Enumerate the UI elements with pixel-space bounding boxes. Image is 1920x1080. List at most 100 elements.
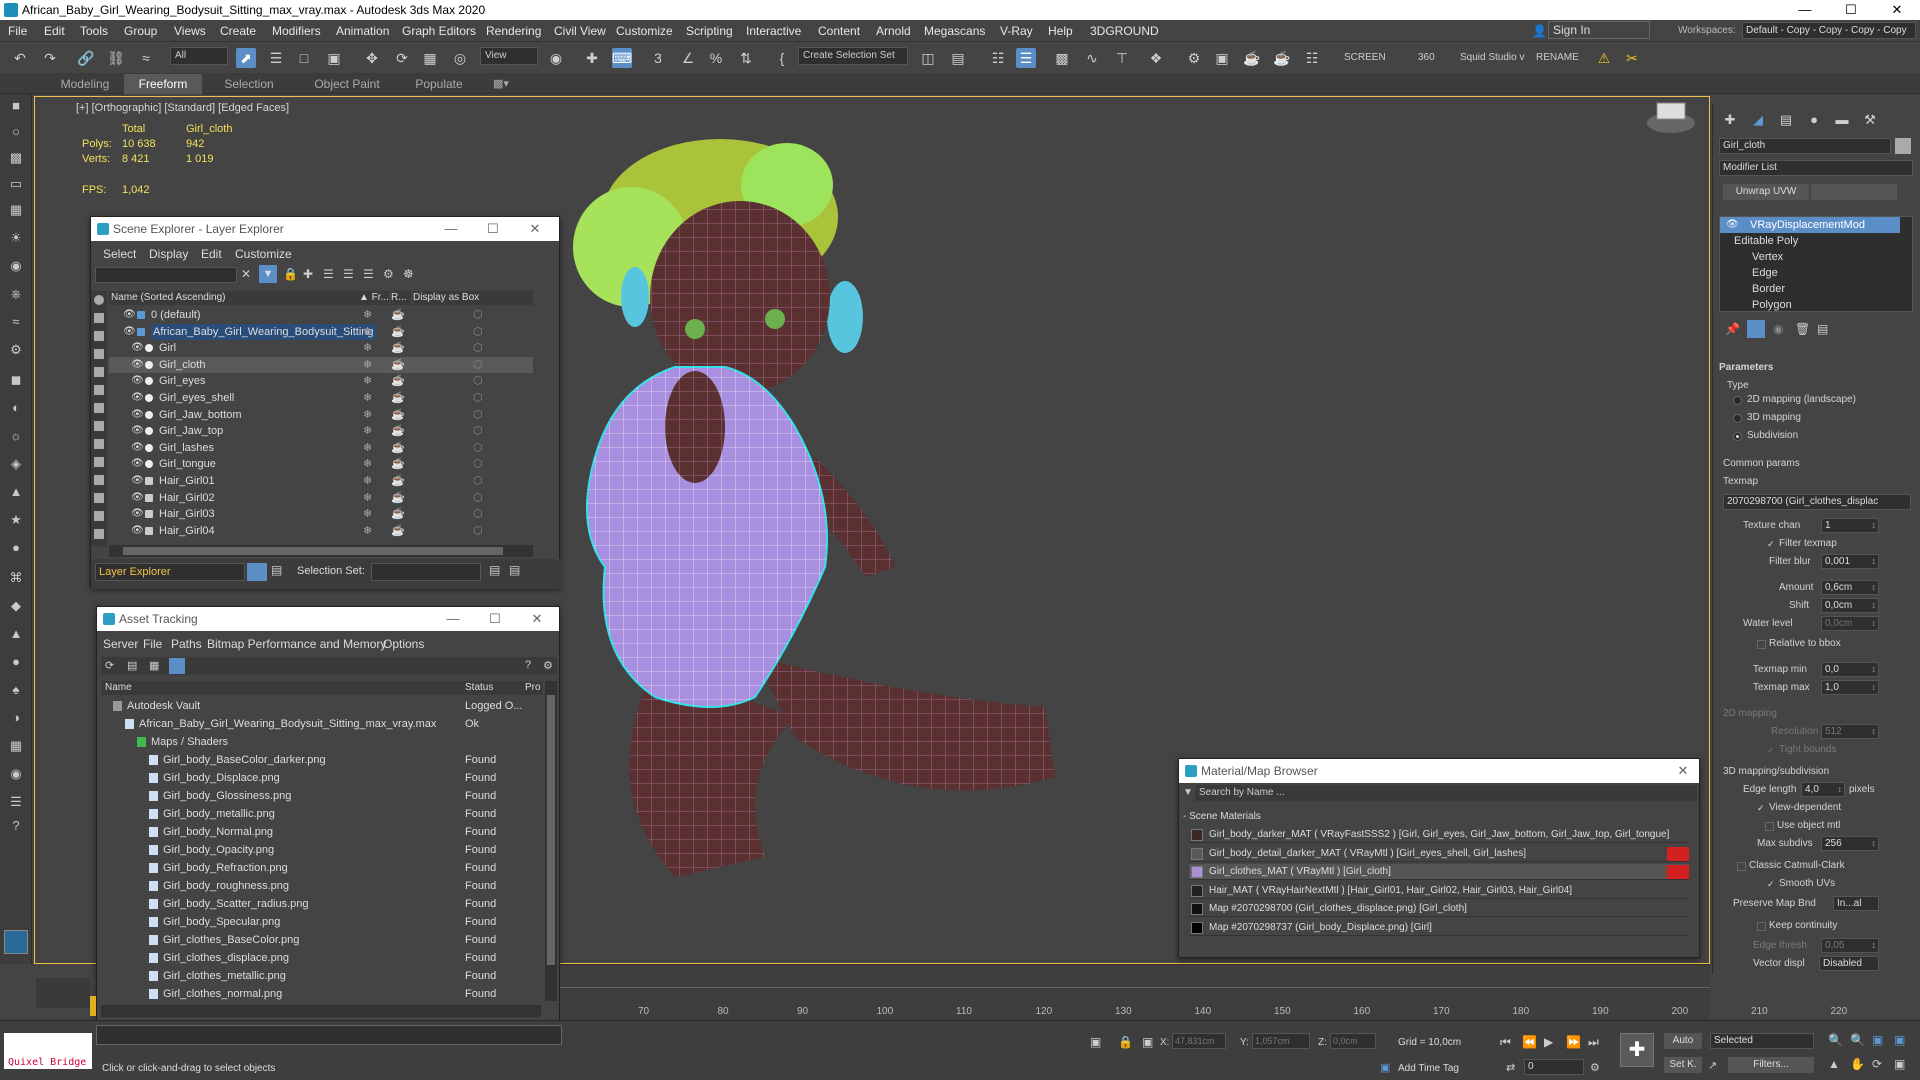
- select-manipulate-icon[interactable]: ✚: [582, 48, 602, 68]
- visibility-eye-icon[interactable]: 👁: [131, 373, 144, 389]
- se-stack-icon[interactable]: ☰: [343, 267, 354, 281]
- preserve-map-dropdown[interactable]: In...al: [1833, 896, 1879, 911]
- next-frame-icon[interactable]: ⏩: [1566, 1035, 1581, 1049]
- asset-row[interactable]: Girl_body_Normal.png Found: [101, 823, 543, 841]
- x-coord-field[interactable]: 47,831cm: [1172, 1033, 1226, 1049]
- visibility-eye-icon[interactable]: 👁: [131, 390, 144, 406]
- toggle-scene-explorer-icon[interactable]: ☷: [988, 48, 1008, 68]
- asset-row[interactable]: Girl_body_Refraction.png Found: [101, 859, 543, 877]
- type-3d-radio[interactable]: [1733, 414, 1742, 423]
- menu-3dground[interactable]: 3DGROUND: [1090, 24, 1159, 38]
- se-row[interactable]: 👁 0 (default) ❄ ☕ ⬡: [109, 307, 533, 323]
- menu-tools[interactable]: Tools: [80, 24, 108, 38]
- curve-editor-icon[interactable]: ∿: [1082, 48, 1102, 68]
- y-coord-field[interactable]: 1,057cm: [1252, 1033, 1310, 1049]
- select-object-icon[interactable]: ⬈: [236, 48, 256, 68]
- isolate-icon[interactable]: ▣: [1090, 1035, 1101, 1049]
- se-clear-search-icon[interactable]: ✕: [241, 267, 251, 281]
- zoom-extents-all-icon[interactable]: ▣: [1894, 1033, 1905, 1047]
- create-tab-icon[interactable]: ✚: [1719, 110, 1741, 130]
- object-name-input[interactable]: Girl_cloth: [1719, 138, 1891, 154]
- scale-icon[interactable]: ▦: [420, 48, 440, 68]
- percent-snap-icon[interactable]: %: [706, 48, 726, 68]
- add-time-tag-button[interactable]: Add Time Tag: [1398, 1063, 1459, 1074]
- se-search-input[interactable]: [95, 267, 237, 283]
- se-row[interactable]: 👁 Girl_tongue ❄ ☕ ⬡: [109, 456, 533, 472]
- link-icon[interactable]: 🔗: [76, 48, 96, 68]
- se-row[interactable]: 👁 African_Baby_Girl_Wearing_Bodysuit_Sitt…: [109, 323, 533, 340]
- renderable-icon[interactable]: ☕: [391, 307, 405, 323]
- zoom-extents-icon[interactable]: ▣: [1872, 1033, 1883, 1047]
- toggle-layer-explorer-icon[interactable]: ☰: [1016, 48, 1036, 68]
- mini-listener[interactable]: [36, 978, 90, 1008]
- vray-clipper-icon[interactable]: ●: [6, 652, 26, 672]
- se-eye-icon[interactable]: [94, 529, 104, 539]
- se-new-layer-icon[interactable]: ✚: [303, 267, 313, 281]
- se-row[interactable]: 👁 Girl_lashes ❄ ☕ ⬡: [109, 440, 533, 456]
- at-menu-bitmap[interactable]: Bitmap Performance and Memory: [207, 637, 386, 651]
- render-in-cloud-icon[interactable]: ☷: [1302, 48, 1322, 68]
- use-object-mtl-checkbox[interactable]: [1765, 822, 1774, 831]
- configure-sets-icon[interactable]: ▤: [1817, 322, 1828, 336]
- visibility-eye-icon[interactable]: 👁: [131, 440, 144, 456]
- se-footer-btn2-icon[interactable]: ▤: [509, 563, 520, 577]
- asset-tracking-close[interactable]: ✕: [519, 607, 555, 631]
- menu-create[interactable]: Create: [220, 24, 256, 38]
- renderable-icon[interactable]: ☕: [391, 373, 405, 389]
- se-row[interactable]: 👁 Hair_Girl04 ❄ ☕ ⬡: [109, 523, 533, 539]
- se-footer-btn1-icon[interactable]: ▤: [489, 563, 500, 577]
- se-row[interactable]: 👁 Girl_eyes ❄ ☕ ⬡: [109, 373, 533, 389]
- material-row[interactable]: Map #2070298737 (Girl_body_Displace.png)…: [1189, 920, 1689, 936]
- scissors-icon[interactable]: ✂: [1622, 48, 1642, 68]
- asset-row[interactable]: African_Baby_Girl_Wearing_Bodysuit_Sitti…: [101, 715, 543, 733]
- select-by-name-icon[interactable]: ☰: [266, 48, 286, 68]
- freeze-icon[interactable]: ❄: [363, 506, 372, 522]
- rendered-frame-window-icon[interactable]: ▣: [1212, 48, 1232, 68]
- menu-help[interactable]: Help: [1048, 24, 1073, 38]
- at-col-proxy[interactable]: Pro: [523, 681, 543, 695]
- asset-row[interactable]: Girl_clothes_displace.png Found: [101, 949, 543, 967]
- se-filter-frozen-icon[interactable]: [94, 475, 104, 485]
- auto-key-button[interactable]: Auto: [1664, 1033, 1702, 1049]
- tab-selection[interactable]: Selection: [210, 74, 288, 94]
- utilities-tab-icon[interactable]: ⚒: [1859, 110, 1881, 130]
- freeze-icon[interactable]: ❄: [363, 490, 372, 506]
- freeze-icon[interactable]: ❄: [363, 473, 372, 489]
- se-settings-icon[interactable]: ⚙: [383, 267, 394, 281]
- se-filter-shapes-icon[interactable]: [94, 313, 104, 323]
- asset-row[interactable]: Girl_body_Scatter_radius.png Found: [101, 895, 543, 913]
- viewport-label[interactable]: [+] [Orthographic] [Standard] [Edged Fac…: [76, 102, 289, 114]
- move-icon[interactable]: ✥: [362, 48, 382, 68]
- at-settings-icon[interactable]: ⚙: [543, 659, 553, 672]
- se-col-render[interactable]: R...: [391, 291, 411, 305]
- selection-filter-dropdown[interactable]: All: [170, 47, 228, 65]
- create-cylinder-icon[interactable]: ▭: [6, 174, 26, 194]
- asset-row[interactable]: Autodesk Vault Logged O...: [101, 697, 543, 715]
- close-button[interactable]: ✕: [1874, 0, 1920, 20]
- make-unique-icon[interactable]: ◉: [1773, 322, 1783, 336]
- asset-tracking-titlebar[interactable]: Asset Tracking — ☐ ✕: [97, 607, 559, 631]
- vray-volume-icon[interactable]: ◑: [6, 708, 26, 728]
- mirror-icon[interactable]: ◫: [918, 48, 938, 68]
- modify-tab-icon[interactable]: ◢: [1747, 110, 1769, 130]
- pivot-center-icon[interactable]: ◉: [546, 48, 566, 68]
- freeze-icon[interactable]: ❄: [363, 407, 372, 423]
- remove-modifier-icon[interactable]: 🗑: [1795, 322, 1810, 336]
- maximize-button[interactable]: ☐: [1828, 0, 1874, 20]
- se-row[interactable]: 👁 Girl_cloth ❄ ☕ ⬡: [109, 356, 533, 373]
- toggle-ribbon-icon[interactable]: ▩: [1052, 48, 1072, 68]
- help-icon[interactable]: ?: [6, 816, 26, 836]
- z-coord-field[interactable]: 0,0cm: [1330, 1033, 1376, 1049]
- key-mode-icon[interactable]: ⇄: [1506, 1061, 1515, 1074]
- play-icon[interactable]: ▶: [1544, 1035, 1553, 1049]
- se-layers-icon[interactable]: ☰: [323, 267, 334, 281]
- vray-env-icon[interactable]: ⌘: [6, 568, 26, 588]
- se-filter-containers-icon[interactable]: [94, 457, 104, 467]
- asset-tracking-minimize[interactable]: —: [435, 607, 471, 631]
- se-filter-xrefs-icon[interactable]: [94, 421, 104, 431]
- relative-bbox-checkbox[interactable]: [1757, 640, 1766, 649]
- time-config-icon[interactable]: ⚙: [1590, 1061, 1600, 1074]
- unwrap-uvw-button[interactable]: Unwrap UVW: [1723, 184, 1809, 200]
- menu-megascans[interactable]: Megascans: [924, 24, 985, 38]
- visibility-eye-icon[interactable]: 👁: [131, 523, 144, 539]
